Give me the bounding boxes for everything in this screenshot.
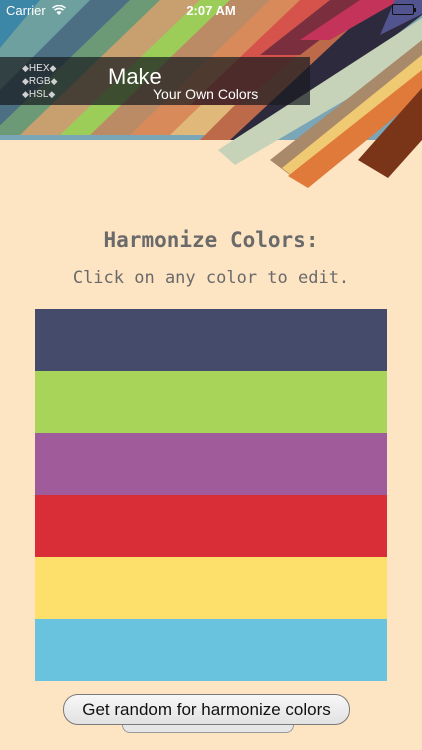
format-item: ◆HEX◆ <box>22 63 57 74</box>
format-item: ◆HSL◆ <box>22 89 56 100</box>
brand-subtitle: Your Own Colors <box>153 86 259 102</box>
format-label: HEX <box>28 63 50 74</box>
page-instructions: Click on any color to edit. <box>72 268 350 288</box>
page-title: Harmonize Colors: <box>103 228 319 252</box>
random-harmonize-button[interactable]: Get random for harmonize colors <box>63 694 350 725</box>
format-list: ◆HEX◆ ◆RGB◆ ◆HSL◆ <box>22 62 58 101</box>
format-label: RGB <box>28 76 51 87</box>
color-swatch-6[interactable] <box>35 619 387 681</box>
color-swatch-2[interactable] <box>35 371 387 433</box>
status-bar: Carrier 2:07 AM <box>0 0 422 22</box>
swatch-list <box>35 309 387 681</box>
status-time: 2:07 AM <box>186 3 236 18</box>
format-item: ◆RGB◆ <box>22 76 58 87</box>
color-swatch-4[interactable] <box>35 495 387 557</box>
format-label: HSL <box>28 89 49 100</box>
color-swatch-5[interactable] <box>35 557 387 619</box>
battery-icon <box>392 4 416 15</box>
color-swatch-1[interactable] <box>35 309 387 371</box>
color-swatch-3[interactable] <box>35 433 387 495</box>
